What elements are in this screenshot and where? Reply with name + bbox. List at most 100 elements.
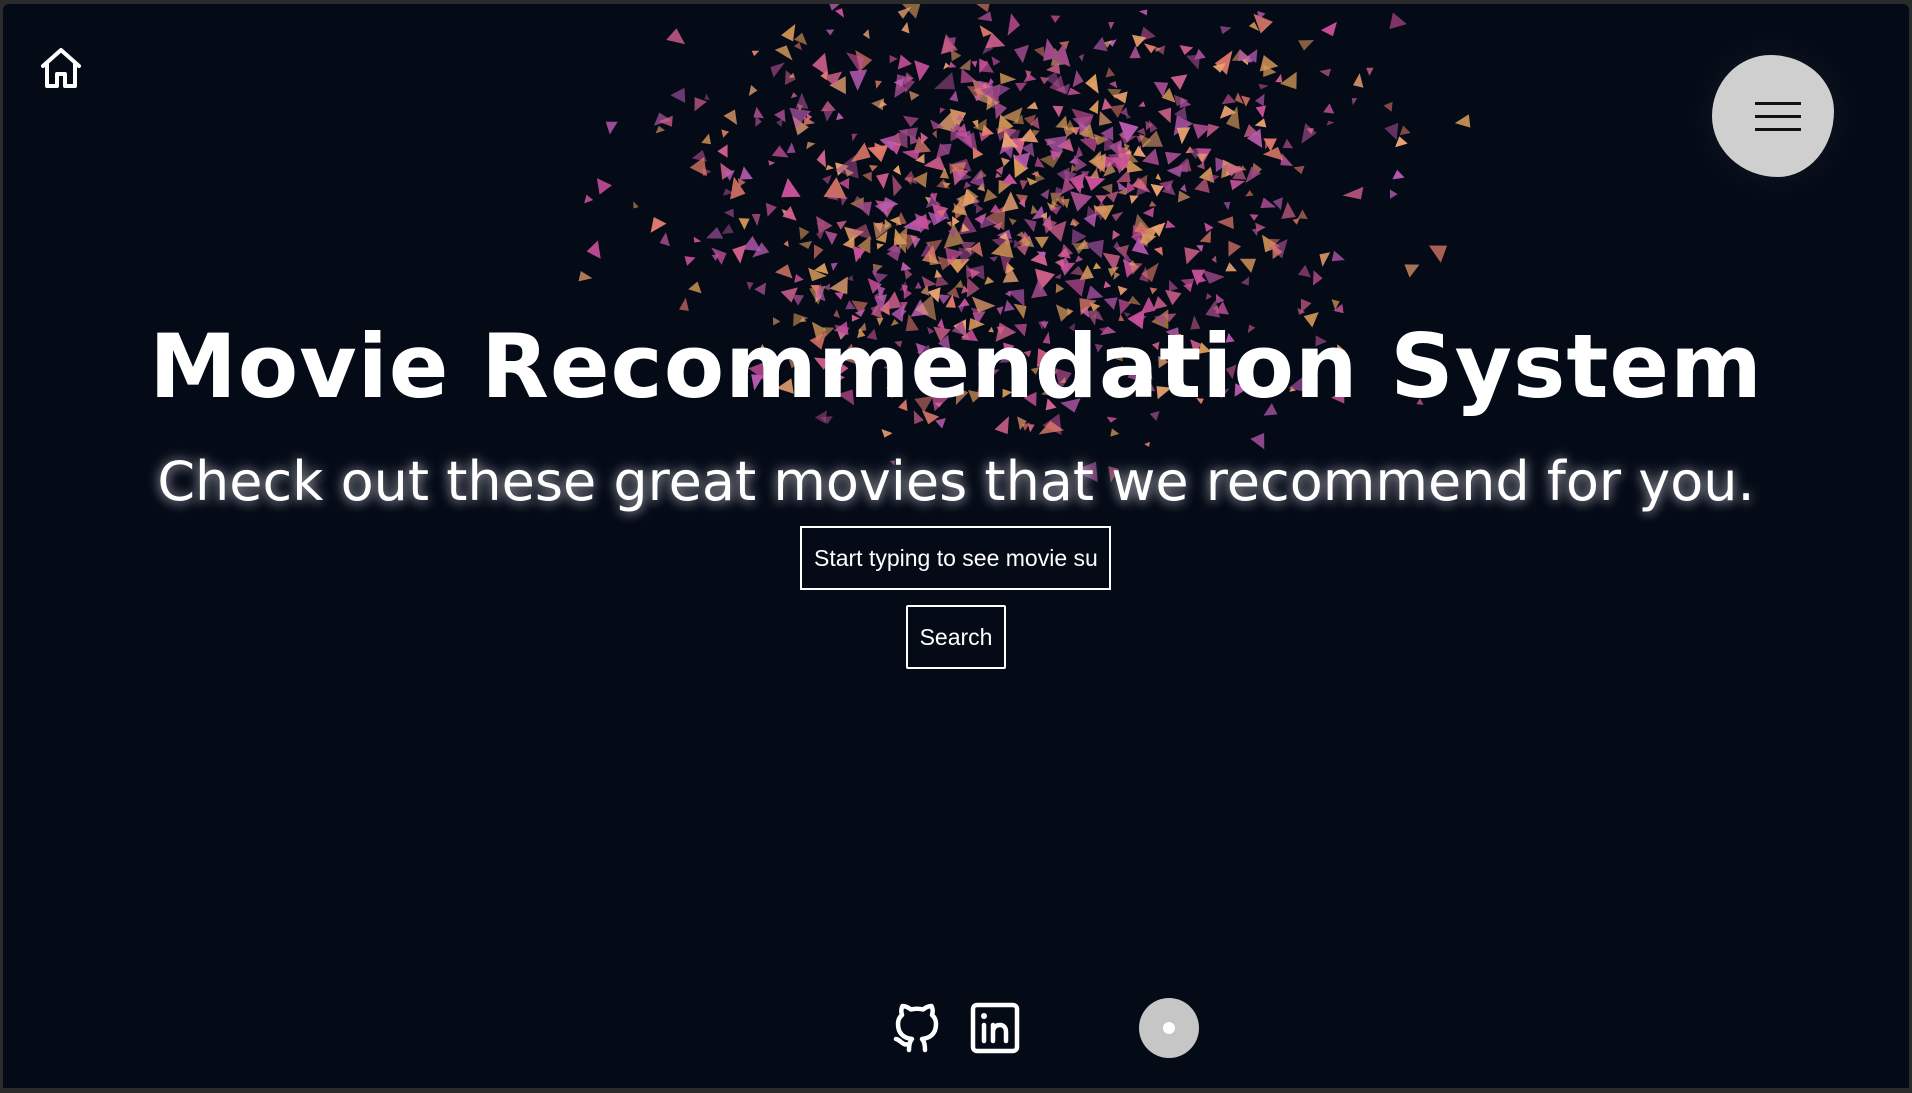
particle — [1454, 114, 1471, 128]
particle — [840, 196, 848, 207]
hamburger-menu-icon — [1755, 102, 1801, 105]
particle — [1240, 276, 1250, 286]
particle — [1239, 258, 1256, 273]
particle — [633, 201, 639, 209]
particle — [1055, 115, 1068, 129]
page-title: Movie Recommendation System — [149, 315, 1763, 418]
particle — [753, 106, 764, 119]
particle — [1241, 95, 1251, 107]
particle — [730, 176, 746, 200]
particle — [1179, 97, 1192, 109]
particle — [1202, 269, 1225, 284]
particle — [889, 55, 898, 64]
scroll-indicator-button[interactable] — [1139, 998, 1199, 1058]
scroll-dot-icon — [1163, 1022, 1175, 1034]
particle — [1089, 168, 1100, 178]
particle — [793, 42, 802, 51]
particle — [1110, 428, 1120, 437]
home-button[interactable] — [37, 44, 85, 92]
particle — [875, 80, 882, 89]
particle — [1095, 195, 1108, 204]
particle — [1125, 180, 1136, 195]
particle — [943, 62, 950, 70]
particle — [1001, 157, 1010, 167]
particle — [1101, 183, 1113, 194]
particle — [1383, 101, 1393, 112]
particle — [689, 157, 707, 177]
particle — [798, 241, 813, 249]
particle — [1384, 122, 1399, 140]
particle — [825, 29, 835, 36]
particle — [829, 276, 848, 295]
particle — [1282, 138, 1294, 149]
particle — [1245, 190, 1254, 197]
particle — [1118, 121, 1139, 143]
particle — [1297, 209, 1308, 220]
particle — [701, 133, 712, 145]
particle — [1112, 230, 1121, 240]
particle — [825, 164, 835, 171]
particle — [1176, 127, 1191, 145]
particle — [1014, 44, 1029, 64]
particle — [867, 144, 889, 163]
particle — [1105, 67, 1116, 78]
particle — [1331, 250, 1345, 262]
particle — [1005, 290, 1011, 297]
particle — [1342, 186, 1364, 200]
particle — [1281, 201, 1296, 219]
particle — [1073, 155, 1088, 172]
particle — [834, 292, 845, 300]
particle — [1228, 240, 1242, 257]
hamburger-menu-icon — [1755, 115, 1801, 118]
particle — [1211, 255, 1217, 264]
particle — [1177, 190, 1191, 203]
particle — [1275, 73, 1283, 83]
menu-button[interactable] — [1712, 55, 1834, 177]
particle — [1108, 21, 1115, 30]
particle — [1395, 136, 1408, 148]
search-button[interactable]: Search — [906, 605, 1006, 669]
particle — [847, 274, 854, 282]
particle — [738, 218, 750, 230]
particle — [1184, 247, 1201, 265]
particle — [1055, 283, 1065, 294]
particle — [1170, 74, 1188, 90]
particle — [1280, 71, 1297, 90]
particle — [723, 109, 738, 125]
particle — [1249, 214, 1259, 221]
page-subtitle: Check out these great movies that we rec… — [157, 450, 1755, 513]
github-icon — [893, 1003, 939, 1053]
particle — [1052, 105, 1064, 118]
particle — [706, 227, 724, 239]
particle — [666, 28, 686, 45]
particle — [1221, 93, 1237, 105]
particle — [605, 121, 618, 135]
particle — [1351, 98, 1358, 106]
particle — [1206, 123, 1220, 138]
particle — [584, 194, 594, 204]
particle — [774, 45, 793, 61]
particle — [1392, 169, 1405, 180]
particle — [822, 175, 832, 185]
particle — [1301, 123, 1317, 144]
particle — [901, 21, 910, 34]
particle — [1225, 262, 1237, 272]
particle — [795, 92, 809, 109]
github-link[interactable] — [889, 998, 945, 1058]
particle — [1138, 101, 1146, 107]
particle — [1210, 174, 1220, 184]
particle — [1366, 67, 1374, 76]
movie-search-input[interactable] — [800, 526, 1111, 590]
particle — [1389, 189, 1398, 199]
particle — [721, 223, 734, 234]
particle — [1072, 70, 1084, 88]
particle — [893, 165, 902, 176]
particle — [834, 8, 845, 18]
particle — [948, 61, 957, 68]
particle — [1260, 197, 1277, 209]
particle — [688, 281, 702, 294]
particle — [650, 217, 667, 233]
particle — [691, 149, 707, 162]
linkedin-link[interactable] — [968, 998, 1024, 1058]
particle — [1092, 262, 1102, 270]
